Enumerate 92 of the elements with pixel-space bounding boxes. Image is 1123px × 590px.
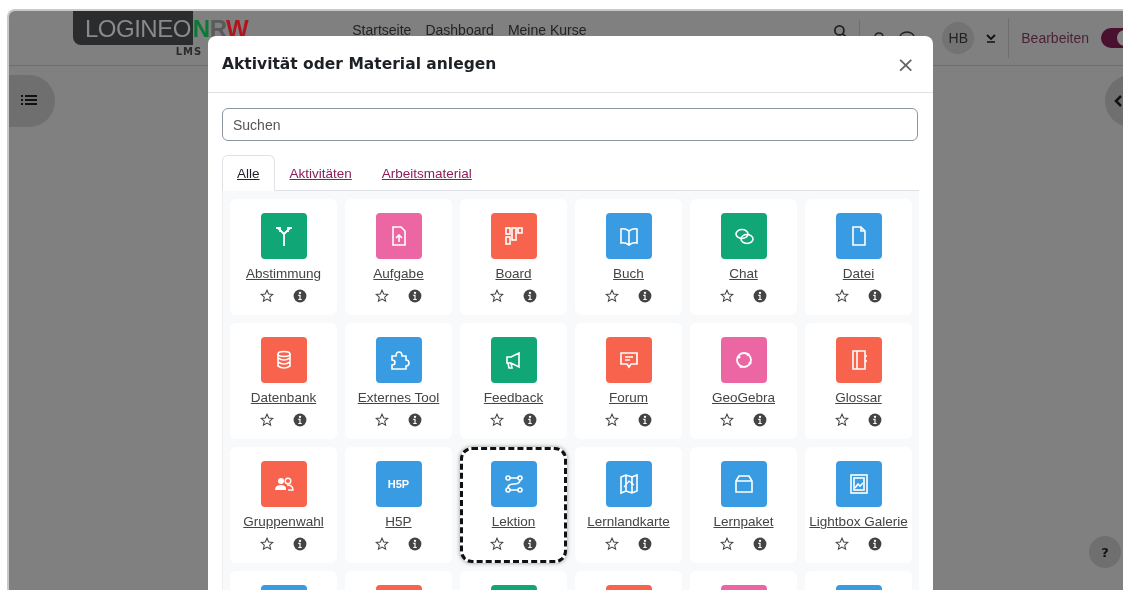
activity-card[interactable]: Datenbank <box>230 323 337 439</box>
info-icon[interactable] <box>408 413 422 427</box>
star-icon[interactable] <box>260 537 274 551</box>
star-icon[interactable] <box>260 289 274 303</box>
activity-card[interactable]: Lektion <box>460 447 567 563</box>
star-icon[interactable] <box>605 413 619 427</box>
tab[interactable]: Arbeitsmaterial <box>366 155 487 191</box>
logo-subtitle: LMS <box>175 46 203 57</box>
star-icon[interactable] <box>720 537 734 551</box>
activity-link[interactable]: GeoGebra <box>711 390 775 405</box>
h5p-logo: H5P <box>387 478 410 490</box>
star-icon[interactable] <box>605 537 619 551</box>
activity-link[interactable]: Abstimmung <box>246 266 321 281</box>
info-icon[interactable] <box>523 413 537 427</box>
info-icon[interactable] <box>868 289 882 303</box>
close-button[interactable]: × <box>892 51 919 77</box>
activity-card[interactable]: Feedback <box>460 323 567 439</box>
activity-link[interactable]: Aufgabe <box>373 266 424 281</box>
info-icon[interactable] <box>753 289 767 303</box>
logo-text: LOGINEO <box>73 11 193 45</box>
nav-link[interactable]: Dashboard <box>425 22 494 38</box>
star-icon[interactable] <box>490 537 504 551</box>
activity-card[interactable]: GeoGebra <box>690 323 797 439</box>
info-icon[interactable] <box>523 289 537 303</box>
activity-card[interactable]: Lernpaket <box>690 447 797 563</box>
activity-card[interactable]: Gruppenwahl <box>230 447 337 563</box>
info-icon[interactable] <box>408 537 422 551</box>
info-icon[interactable] <box>638 289 652 303</box>
tab[interactable]: Aktivitäten <box>274 155 367 191</box>
star-icon[interactable] <box>490 289 504 303</box>
list-icon <box>21 94 37 108</box>
activity-link[interactable]: Datenbank <box>250 390 317 405</box>
info-icon[interactable] <box>868 413 882 427</box>
info-icon[interactable] <box>638 537 652 551</box>
activity-link[interactable]: Lektion <box>491 514 536 529</box>
info-icon[interactable] <box>293 289 307 303</box>
search-field[interactable]: Suchen <box>222 108 918 141</box>
info-icon[interactable] <box>293 413 307 427</box>
activity-card[interactable]: Lightbox Galerie <box>805 447 912 563</box>
star-icon[interactable] <box>375 413 389 427</box>
star-icon[interactable] <box>605 289 619 303</box>
star-icon[interactable] <box>375 289 389 303</box>
activity-link[interactable]: Forum <box>609 390 648 405</box>
activity-card[interactable]: Datei <box>805 199 912 315</box>
info-icon[interactable] <box>868 537 882 551</box>
logo-accent-text: NRW <box>192 14 249 44</box>
dialog-title: Aktivität oder Material anlegen <box>222 55 497 73</box>
activity-card[interactable]: Aufgabe <box>345 199 452 315</box>
star-icon[interactable] <box>835 537 849 551</box>
activity-card[interactable]: Glossar <box>805 323 912 439</box>
activity-link[interactable]: Chat <box>729 266 758 281</box>
activity-card[interactable]: Forum <box>575 323 682 439</box>
info-icon[interactable] <box>753 537 767 551</box>
activity-link[interactable]: Externes Tool <box>357 390 440 405</box>
tab[interactable]: Alle <box>222 155 275 191</box>
activity-link[interactable]: Buch <box>613 266 644 281</box>
chevron-down-icon <box>986 33 997 43</box>
star-icon[interactable] <box>720 413 734 427</box>
info-icon[interactable] <box>523 537 537 551</box>
activity-link[interactable]: Board <box>495 266 532 281</box>
star-icon[interactable] <box>260 413 274 427</box>
star-icon[interactable] <box>720 289 734 303</box>
activity-card[interactable]: Lernlandkarte <box>575 447 682 563</box>
activity-card[interactable]: Chat <box>690 199 797 315</box>
activity-link[interactable]: H5P <box>385 514 412 529</box>
activity-card[interactable]: Board <box>460 199 567 315</box>
info-icon[interactable] <box>293 537 307 551</box>
activity-card[interactable]: Externes Tool <box>345 323 452 439</box>
edit-mode-label: Bearbeiten <box>1021 30 1089 46</box>
activity-link[interactable]: Glossar <box>835 390 882 405</box>
activity-card[interactable]: H5P H5P <box>345 447 452 563</box>
info-icon[interactable] <box>753 413 767 427</box>
nav-link[interactable]: Startseite <box>352 22 412 38</box>
star-icon[interactable] <box>490 413 504 427</box>
activity-link[interactable]: Lernlandkarte <box>587 514 670 529</box>
info-icon[interactable] <box>408 289 422 303</box>
activity-card[interactable]: Abstimmung <box>230 199 337 315</box>
info-icon[interactable] <box>638 413 652 427</box>
activity-link[interactable]: Lightbox Galerie <box>809 514 908 529</box>
star-icon[interactable] <box>835 413 849 427</box>
index-drawer-button[interactable] <box>9 75 55 127</box>
activity-link[interactable]: Feedback <box>483 390 544 405</box>
star-icon[interactable] <box>375 537 389 551</box>
activity-link[interactable]: Datei <box>842 266 875 281</box>
star-icon[interactable] <box>835 289 849 303</box>
activity-link[interactable]: Gruppenwahl <box>243 514 324 529</box>
chevron-left-icon <box>1114 95 1122 107</box>
nav-link[interactable]: Meine Kurse <box>507 22 587 38</box>
activity-card[interactable]: Buch <box>575 199 682 315</box>
help-button[interactable]: ? <box>1089 536 1121 568</box>
search-icon <box>834 24 848 38</box>
activity-link[interactable]: Lernpaket <box>713 514 774 529</box>
